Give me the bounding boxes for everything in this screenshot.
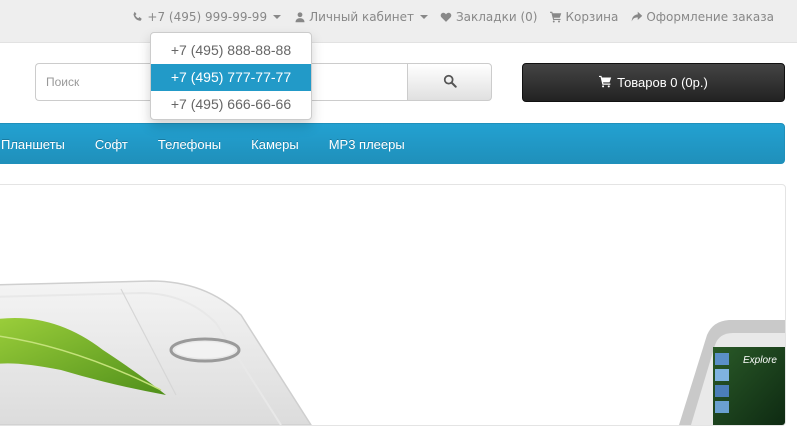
caret-down-icon (419, 15, 428, 19)
cart-label: Корзина (565, 10, 619, 24)
menu-item-phones[interactable]: Телефоны (143, 137, 236, 152)
search-button[interactable] (407, 63, 492, 101)
banner-image: Explore (0, 280, 785, 425)
slideshow-banner[interactable]: Explore (0, 184, 786, 426)
phone-option[interactable]: +7 (495) 888-88-88 (151, 37, 311, 64)
cart-button-label: Товаров 0 (0р.) (617, 75, 708, 90)
menu-item-cameras[interactable]: Камеры (236, 137, 314, 152)
phone-dropdown-menu: +7 (495) 888-88-88 +7 (495) 777-77-77 +7… (150, 32, 312, 120)
user-icon (293, 11, 306, 24)
shopping-cart-icon (599, 75, 612, 91)
menu-item-tablets[interactable]: Планшеты (0, 137, 80, 152)
phone-option-highlighted[interactable]: +7 (495) 777-77-77 (151, 64, 311, 91)
shopping-cart-icon (549, 11, 562, 24)
phone-dropdown-toggle[interactable]: +7 (495) 999-99-99 (131, 10, 282, 24)
checkout-label: Оформление заказа (646, 10, 774, 24)
share-icon (630, 11, 643, 24)
top-bar: +7 (495) 999-99-99 Личный кабинет Заклад… (0, 0, 797, 43)
banner-screen-text: Explore (743, 355, 777, 366)
top-links: +7 (495) 999-99-99 Личный кабинет Заклад… (131, 10, 774, 24)
heart-icon (440, 11, 453, 24)
cart-link[interactable]: Корзина (549, 10, 618, 24)
cart-button[interactable]: Товаров 0 (0р.) (522, 63, 785, 102)
account-label: Личный кабинет (309, 10, 414, 24)
account-link[interactable]: Личный кабинет (293, 10, 428, 24)
caret-down-icon (273, 15, 282, 19)
menu-item-software[interactable]: Софт (80, 137, 143, 152)
wishlist-label: Закладки (0) (455, 10, 538, 24)
checkout-link[interactable]: Оформление заказа (630, 10, 774, 24)
search-icon (443, 73, 457, 92)
phone-option[interactable]: +7 (495) 666-66-66 (151, 91, 311, 118)
menu-item-mp3-players[interactable]: MP3 плееры (314, 137, 420, 152)
category-menu: Планшеты Софт Телефоны Камеры MP3 плееры (0, 123, 785, 164)
wishlist-link[interactable]: Закладки (0) (440, 10, 537, 24)
phone-icon (131, 11, 144, 24)
phone-number: +7 (495) 999-99-99 (147, 10, 268, 24)
